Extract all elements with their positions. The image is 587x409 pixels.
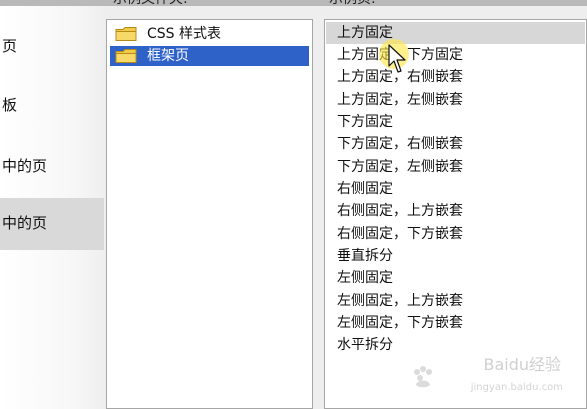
page-item-3[interactable]: 上方固定，右侧嵌套 [337,68,463,86]
page-item-15[interactable]: 水平拆分 [337,336,393,354]
page-item-2[interactable]: 上方固定，下方固定 [337,46,463,64]
left-item-1[interactable]: 页 [2,37,17,55]
left-category-panel: 页 板 中的页 中的页 [0,6,104,409]
example-pages-list[interactable]: 上方固定 上方固定，下方固定 上方固定，右侧嵌套 上方固定，左侧嵌套 下方固定 … [324,19,587,409]
page-item-13[interactable]: 左侧固定，上方嵌套 [337,292,463,310]
example-folders-label: 示例文件夹: [113,0,188,8]
page-item-6[interactable]: 下方固定，右侧嵌套 [337,135,463,153]
page-item-12[interactable]: 左侧固定 [337,269,393,287]
page-item-11[interactable]: 垂直拆分 [337,247,393,265]
folder-icon [115,49,137,63]
folder-item-css[interactable]: CSS 样式表 [110,24,309,44]
left-item-2[interactable]: 板 [2,96,17,114]
folder-label-css: CSS 样式表 [147,26,221,42]
left-item-4[interactable]: 中的页 [2,214,47,232]
page-item-10[interactable]: 右侧固定，下方嵌套 [337,225,463,243]
folder-label-frameset: 框架页 [147,48,189,64]
watermark-paw-icon [414,366,432,388]
watermark-brand: Baidu经验 [483,355,561,374]
page-item-7[interactable]: 下方固定，左侧嵌套 [337,158,463,176]
folder-icon [115,27,137,41]
page-item-9[interactable]: 右侧固定，上方嵌套 [337,202,463,220]
example-pages-label: 示例页: [329,0,376,8]
left-item-3[interactable]: 中的页 [2,157,47,175]
example-folders-list[interactable]: CSS 样式表 框架页 [106,19,313,409]
page-item-14[interactable]: 左侧固定，下方嵌套 [337,314,463,332]
page-item-5[interactable]: 下方固定 [337,113,393,131]
page-item-8[interactable]: 右侧固定 [337,180,393,198]
page-item-1[interactable]: 上方固定 [337,24,393,42]
page-item-4[interactable]: 上方固定，左侧嵌套 [337,91,463,109]
watermark-domain: jingyan.baidu.com [470,382,563,393]
folder-item-frameset[interactable]: 框架页 [110,46,309,66]
